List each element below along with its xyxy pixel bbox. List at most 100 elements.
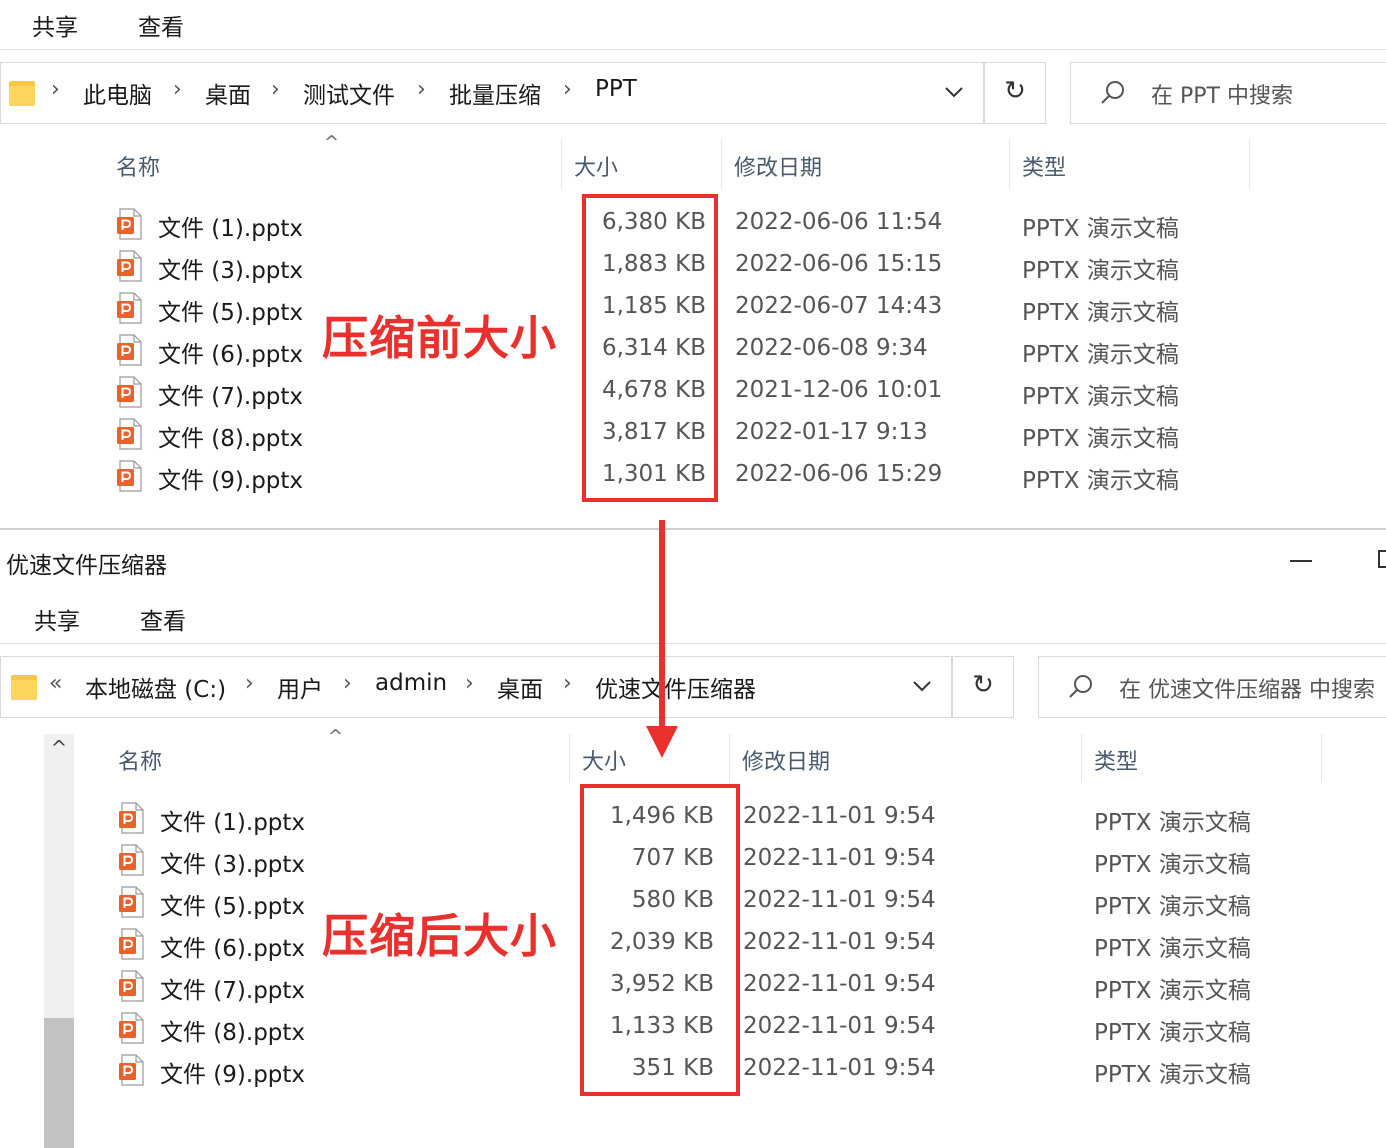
breadcrumb-desktop[interactable]: 桌面 xyxy=(497,670,543,704)
column-divider[interactable] xyxy=(721,140,722,188)
column-header-type[interactable]: 类型 xyxy=(1022,150,1066,182)
breadcrumb-local-disk[interactable]: 本地磁盘 (C:) xyxy=(85,670,226,704)
highlight-box-after xyxy=(580,784,740,1096)
chevron-down-icon[interactable] xyxy=(911,675,933,697)
file-name[interactable]: 文件 (3).pptx xyxy=(160,845,305,879)
column-header-modified[interactable]: 修改日期 xyxy=(742,744,830,776)
pptx-file-icon xyxy=(116,292,142,324)
file-type: PPTX 演示文稿 xyxy=(1094,852,1251,878)
file-type: PPTX 演示文稿 xyxy=(1022,216,1179,242)
column-header-name[interactable]: 名称 xyxy=(118,744,162,776)
tab-view[interactable]: 查看 xyxy=(140,602,186,636)
file-type: PPTX 演示文稿 xyxy=(1022,258,1179,284)
refresh-icon: ↻ xyxy=(972,670,994,700)
file-modified: 2022-06-06 11:54 xyxy=(735,209,943,235)
breadcrumb-batch-compress[interactable]: 批量压缩 xyxy=(449,76,541,110)
maximize-button[interactable] xyxy=(1378,550,1386,568)
breadcrumb-separator[interactable]: › xyxy=(417,77,426,102)
breadcrumb-admin[interactable]: admin xyxy=(375,670,447,696)
refresh-button[interactable]: ↻ xyxy=(952,656,1014,718)
refresh-button[interactable]: ↻ xyxy=(984,62,1046,124)
pptx-file-icon xyxy=(116,208,142,240)
file-name[interactable]: 文件 (3).pptx xyxy=(158,251,303,285)
breadcrumb-separator[interactable]: › xyxy=(51,77,60,102)
minimize-button[interactable] xyxy=(1290,560,1312,562)
file-type: PPTX 演示文稿 xyxy=(1022,426,1179,452)
breadcrumb-this-pc[interactable]: 此电脑 xyxy=(83,76,152,110)
search-icon xyxy=(1101,81,1124,104)
column-divider[interactable] xyxy=(1321,734,1322,782)
breadcrumb-separator[interactable]: › xyxy=(343,671,352,696)
breadcrumb-separator[interactable]: › xyxy=(271,77,280,102)
breadcrumb-separator[interactable]: › xyxy=(563,671,572,696)
sort-indicator-icon: ^ xyxy=(324,132,340,153)
column-divider[interactable] xyxy=(569,734,570,782)
breadcrumb-users[interactable]: 用户 xyxy=(277,670,323,704)
column-divider[interactable] xyxy=(1249,140,1250,188)
column-header-name[interactable]: 名称 xyxy=(116,150,160,182)
file-name[interactable]: 文件 (6).pptx xyxy=(158,335,303,369)
breadcrumb-separator[interactable]: › xyxy=(465,671,474,696)
breadcrumb-desktop[interactable]: 桌面 xyxy=(205,76,251,110)
file-modified: 2022-11-01 9:54 xyxy=(743,1055,936,1081)
file-name[interactable]: 文件 (1).pptx xyxy=(160,803,305,837)
column-divider[interactable] xyxy=(561,140,562,188)
file-name[interactable]: 文件 (8).pptx xyxy=(160,1013,305,1047)
column-header-modified[interactable]: 修改日期 xyxy=(734,150,822,182)
search-box[interactable]: 在 优速文件压缩器 中搜索 xyxy=(1038,656,1386,718)
column-header-size[interactable]: 大小 xyxy=(582,744,626,776)
pptx-file-icon xyxy=(118,928,144,960)
file-modified: 2022-06-07 14:43 xyxy=(735,293,943,319)
file-name[interactable]: 文件 (7).pptx xyxy=(158,377,303,411)
breadcrumb-ppt[interactable]: PPT xyxy=(595,76,637,102)
window-titlebar: 优速文件压缩器 xyxy=(0,528,1386,588)
file-name[interactable]: 文件 (8).pptx xyxy=(158,419,303,453)
breadcrumb-separator[interactable]: › xyxy=(563,77,572,102)
file-name[interactable]: 文件 (1).pptx xyxy=(158,209,303,243)
explorer-window-after: 优速文件压缩器 共享 查看 « 本地磁盘 (C:) › 用户 › admin ›… xyxy=(0,528,1386,1148)
column-divider[interactable] xyxy=(1081,734,1082,782)
breadcrumb-app-folder[interactable]: 优速文件压缩器 xyxy=(595,670,756,704)
breadcrumb-separator[interactable]: › xyxy=(245,671,254,696)
refresh-icon: ↻ xyxy=(1004,76,1026,106)
column-divider[interactable] xyxy=(1009,140,1010,188)
address-bar[interactable]: › 此电脑 › 桌面 › 测试文件 › 批量压缩 › PPT xyxy=(0,62,984,124)
scroll-up-icon[interactable]: ^ xyxy=(44,734,74,764)
breadcrumb-test-files[interactable]: 测试文件 xyxy=(303,76,395,110)
tab-view[interactable]: 查看 xyxy=(138,8,184,42)
file-name[interactable]: 文件 (6).pptx xyxy=(160,929,305,963)
ribbon-tabs: 共享 查看 xyxy=(0,588,1386,644)
sort-indicator-icon: ^ xyxy=(328,726,344,747)
file-type: PPTX 演示文稿 xyxy=(1022,300,1179,326)
breadcrumb-separator[interactable]: › xyxy=(173,77,182,102)
ribbon-tabs: 共享 查看 xyxy=(0,0,1386,50)
file-name[interactable]: 文件 (7).pptx xyxy=(160,971,305,1005)
annotation-after-size: 压缩后大小 xyxy=(322,909,557,963)
search-icon xyxy=(1069,675,1092,698)
column-header-type[interactable]: 类型 xyxy=(1094,744,1138,776)
column-header-size[interactable]: 大小 xyxy=(574,150,618,182)
pptx-file-icon xyxy=(118,886,144,918)
window-title: 优速文件压缩器 xyxy=(6,553,167,579)
pptx-file-icon xyxy=(116,376,142,408)
column-divider[interactable] xyxy=(729,734,730,782)
file-name[interactable]: 文件 (9).pptx xyxy=(160,1055,305,1089)
search-box[interactable]: 在 PPT 中搜索 xyxy=(1070,62,1386,124)
breadcrumb-overflow[interactable]: « xyxy=(49,671,62,696)
file-modified: 2022-11-01 9:54 xyxy=(743,929,936,955)
pptx-file-icon xyxy=(118,1054,144,1086)
tab-share[interactable]: 共享 xyxy=(32,8,78,42)
file-modified: 2022-06-06 15:15 xyxy=(735,251,943,277)
tab-share[interactable]: 共享 xyxy=(34,602,80,636)
address-bar[interactable]: « 本地磁盘 (C:) › 用户 › admin › 桌面 › 优速文件压缩器 xyxy=(0,656,952,718)
annotation-before-size: 压缩前大小 xyxy=(322,311,557,365)
file-name[interactable]: 文件 (5).pptx xyxy=(158,293,303,327)
file-type: PPTX 演示文稿 xyxy=(1022,342,1179,368)
chevron-down-icon[interactable] xyxy=(943,81,965,103)
file-modified: 2022-01-17 9:13 xyxy=(735,419,928,445)
file-type: PPTX 演示文稿 xyxy=(1094,936,1251,962)
folder-icon xyxy=(11,672,37,700)
file-name[interactable]: 文件 (5).pptx xyxy=(160,887,305,921)
file-name[interactable]: 文件 (9).pptx xyxy=(158,461,303,495)
pptx-file-icon xyxy=(116,460,142,492)
